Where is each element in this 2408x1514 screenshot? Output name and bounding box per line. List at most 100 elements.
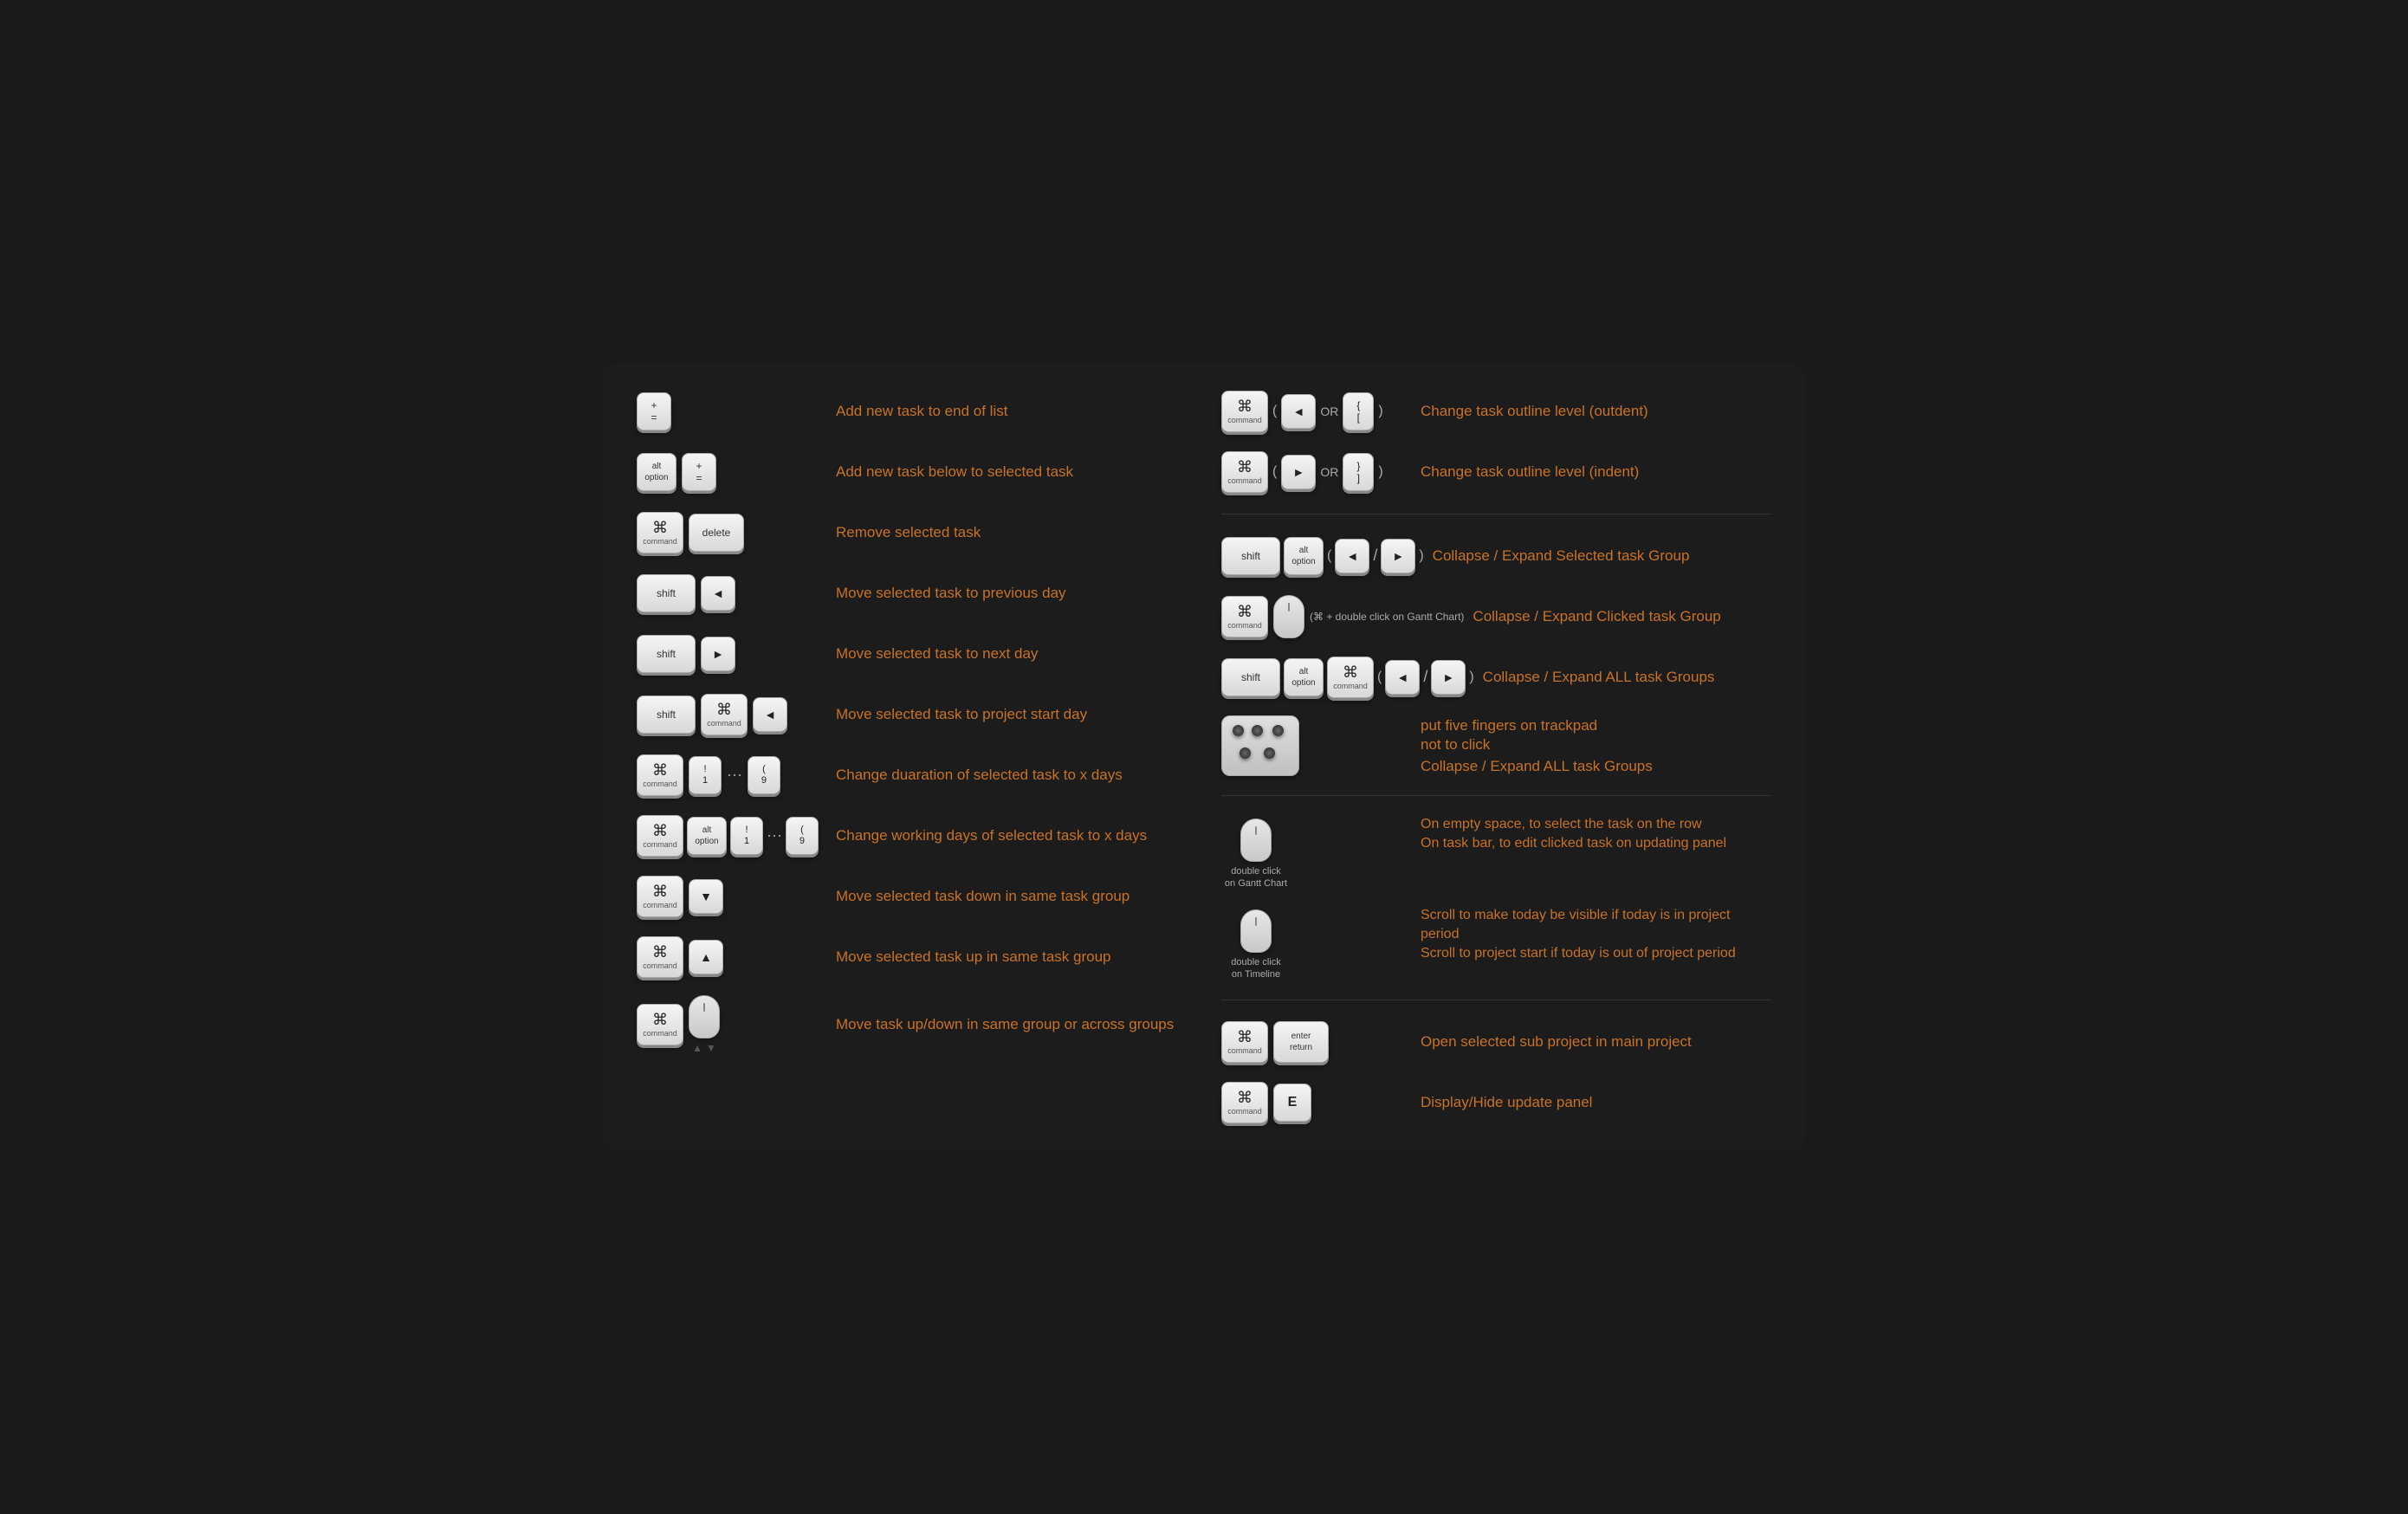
key-command-5: ⌘ command: [637, 876, 683, 917]
keys-remove: ⌘ command delete: [637, 512, 827, 553]
keys-add-end: +=: [637, 392, 827, 430]
shortcut-prev-day: shift ◄ Move selected task to previous d…: [637, 571, 1187, 616]
key-enter: enter return: [1273, 1021, 1329, 1063]
keys-collapse-selected: shift altoption ( ◄ / ► ): [1221, 537, 1424, 575]
key-alt-option-1: altoption: [637, 453, 676, 491]
desc-move-updown: Move task up/down in same group or acros…: [836, 1015, 1187, 1034]
desc-gantt-2: On task bar, to edit clicked task on upd…: [1421, 834, 1771, 853]
shortcut-move-updown: ⌘ command ▲ ▼ Move task up/down in same …: [637, 995, 1187, 1054]
paren-l3: (: [1327, 548, 1331, 564]
dots-1: ···: [727, 766, 742, 784]
shortcut-display-panel: ⌘ command E Display/Hide update panel: [1221, 1080, 1771, 1125]
dots-2: ···: [767, 826, 782, 844]
key-plus-2: +=: [682, 453, 716, 491]
shortcut-add-below: altoption += Add new task below to selec…: [637, 450, 1187, 495]
desc-remove: Remove selected task: [836, 523, 1187, 542]
mouse-gantt-area: double clickon Gantt Chart: [1221, 818, 1291, 890]
key-command-1: ⌘ command: [637, 512, 683, 553]
paren-r2: ): [1378, 464, 1382, 480]
key-number-1: !1: [689, 756, 722, 794]
keys-move-updown: ⌘ command ▲ ▼: [637, 995, 827, 1054]
or-text-2: OR: [1320, 465, 1338, 479]
key-command-r2: ⌘ command: [1221, 451, 1268, 493]
keys-gantt-click: double clickon Gantt Chart: [1221, 815, 1412, 890]
key-arrow-right-r2: ►: [1381, 539, 1415, 573]
keys-timeline-click: double clickon Timeline: [1221, 906, 1412, 981]
shortcut-next-day: shift ► Move selected task to next day: [637, 631, 1187, 676]
mouse-timeline-dblclick: [1240, 909, 1272, 953]
key-arrow-right-1: ►: [701, 637, 735, 671]
paren-l1: (: [1272, 404, 1277, 419]
trackpad-five-fingers: [1221, 715, 1299, 776]
shortcut-collapse-selected: shift altoption ( ◄ / ► ) Collapse / Exp…: [1221, 534, 1771, 579]
key-shift-r2: shift: [1221, 658, 1280, 696]
key-command-r6: ⌘ command: [1221, 1082, 1268, 1123]
key-command-r3: ⌘ command: [1221, 596, 1268, 637]
keys-outdent: ⌘ command ( ◄ OR {[ ): [1221, 391, 1412, 432]
shortcut-duration: ⌘ command !1 ··· (9 Change duaration of …: [637, 753, 1187, 798]
keys-next-day: shift ►: [637, 635, 827, 673]
keys-move-up: ⌘ command ▲: [637, 936, 827, 978]
keys-collapse-clicked: ⌘ command (⌘ + double click on Gantt Cha…: [1221, 595, 1464, 638]
key-arrow-left-r2: ◄: [1335, 539, 1369, 573]
key-alt-r1: altoption: [1284, 537, 1324, 575]
shortcut-gantt-click: double clickon Gantt Chart On empty spac…: [1221, 815, 1771, 890]
key-arrow-left-2: ◄: [753, 697, 787, 732]
desc-project-start: Move selected task to project start day: [836, 705, 1187, 724]
desc-gantt-1: On empty space, to select the task on th…: [1421, 815, 1771, 834]
keys-display-panel: ⌘ command E: [1221, 1082, 1412, 1123]
mouse-gantt-dblclick: [1240, 818, 1272, 862]
key-arrow-down: ▼: [689, 879, 723, 914]
shortcut-open-subproject: ⌘ command enter return Open selected sub…: [1221, 1019, 1771, 1064]
mouse-gantt-label: double clickon Gantt Chart: [1225, 865, 1287, 890]
key-shift-1: shift: [637, 574, 696, 612]
paren-l4: (: [1377, 670, 1382, 685]
key-arrow-left-1: ◄: [701, 576, 735, 611]
key-letter-e: E: [1273, 1084, 1311, 1122]
shortcut-add-end: += Add new task to end of list: [637, 389, 1187, 434]
key-shift-3: shift: [637, 696, 696, 734]
key-delete: delete: [689, 514, 744, 552]
desc-move-down: Move selected task down in same task gro…: [836, 887, 1187, 906]
desc-outdent: Change task outline level (outdent): [1421, 402, 1771, 421]
keys-collapse-all: shift altoption ⌘ command ( ◄ / ► ): [1221, 657, 1474, 698]
keys-move-down: ⌘ command ▼: [637, 876, 827, 917]
shortcut-trackpad: put five fingers on trackpad not to clic…: [1221, 715, 1771, 776]
desc-trackpad-1: put five fingers on trackpad: [1421, 716, 1771, 735]
or-text-1: OR: [1320, 404, 1338, 418]
keys-working-days: ⌘ command altoption !1 ··· (9: [637, 815, 827, 857]
key-plus: +=: [637, 392, 671, 430]
key-alt-option-2: altoption: [687, 817, 727, 855]
key-alt-r2: altoption: [1284, 658, 1324, 696]
key-command-r4: ⌘ command: [1327, 657, 1374, 698]
key-arrow-right-r1: ►: [1281, 455, 1316, 489]
desc-timeline-1: Scroll to make today be visible if today…: [1421, 906, 1771, 945]
desc-trackpad-action: Collapse / Expand ALL task Groups: [1421, 758, 1771, 775]
desc-collapse-clicked: Collapse / Expand Clicked task Group: [1473, 607, 1771, 626]
key-brace-2: }]: [1343, 453, 1374, 491]
shortcut-indent: ⌘ command ( ► OR }] ) Change task outlin…: [1221, 450, 1771, 495]
key-brace-1: {[: [1343, 392, 1374, 430]
shortcut-project-start: shift ⌘ command ◄ Move selected task to …: [637, 692, 1187, 737]
gantt-click-label: (⌘ + double click on Gantt Chart): [1310, 611, 1464, 623]
key-shift-r1: shift: [1221, 537, 1280, 575]
paren-l2: (: [1272, 464, 1277, 480]
key-command-4: ⌘ command: [637, 815, 683, 857]
mouse-timeline-label: double clickon Timeline: [1231, 956, 1280, 981]
right-column: ⌘ command ( ◄ OR {[ ) Change task outlin…: [1221, 389, 1771, 1125]
desc-working-days: Change working days of selected task to …: [836, 826, 1187, 845]
desc-collapse-selected: Collapse / Expand Selected task Group: [1433, 547, 1771, 566]
desc-collapse-all: Collapse / Expand ALL task Groups: [1483, 668, 1771, 687]
mouse-updown-icon: [689, 995, 720, 1038]
key-command-r5: ⌘ command: [1221, 1021, 1268, 1063]
desc-display-panel: Display/Hide update panel: [1421, 1093, 1771, 1112]
keys-indent: ⌘ command ( ► OR }] ): [1221, 451, 1412, 493]
left-column: += Add new task to end of list altoption…: [637, 389, 1187, 1125]
desc-trackpad-2: not to click: [1421, 735, 1771, 754]
key-arrow-right-r3: ►: [1431, 660, 1466, 695]
desc-next-day: Move selected task to next day: [836, 644, 1187, 663]
key-command-3: ⌘ command: [637, 754, 683, 796]
shortcut-timeline-click: double clickon Timeline Scroll to make t…: [1221, 906, 1771, 981]
divider-2: [1221, 795, 1771, 796]
key-command-6: ⌘ command: [637, 936, 683, 978]
